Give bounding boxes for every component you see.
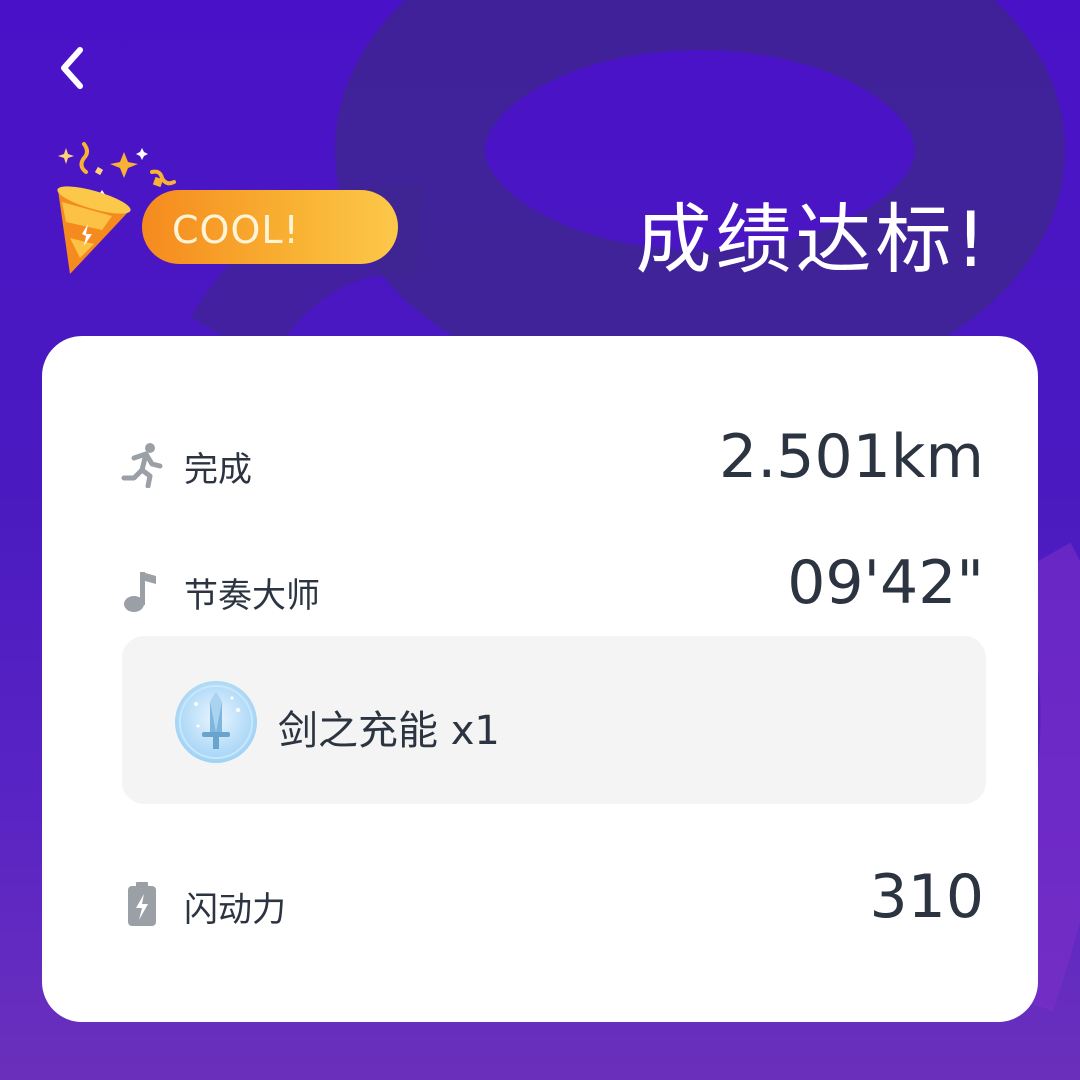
distance-value: 2.501km (719, 422, 984, 492)
chevron-left-icon (61, 47, 83, 89)
result-card: 完成 2.501km 节奏大师 09'42" 剑之充能 x1 闪动力 310 (42, 336, 1038, 1022)
distance-label: 完成 (184, 450, 252, 490)
reward-text: 剑之充能 x1 (278, 708, 500, 754)
reward-item: 剑之充能 x1 (122, 636, 986, 804)
stat-row-distance: 完成 2.501km (42, 418, 1038, 508)
stat-row-rhythm: 节奏大师 09'42" (42, 544, 1038, 634)
sword-charge-icon (175, 681, 257, 763)
badge-text: COOL! (172, 208, 300, 252)
rhythm-value: 09'42" (787, 548, 984, 618)
page-title: 成绩达标! (635, 195, 990, 284)
running-person-icon (121, 443, 163, 488)
stat-row-power: 闪动力 310 (42, 858, 1038, 948)
cool-badge: COOL! (52, 138, 398, 278)
music-note-icon (124, 572, 156, 612)
rhythm-label: 节奏大师 (184, 576, 320, 616)
power-value: 310 (869, 862, 984, 932)
battery-icon (128, 882, 156, 926)
back-button[interactable] (40, 36, 104, 100)
party-popper-icon (57, 142, 176, 274)
power-label: 闪动力 (184, 890, 286, 930)
